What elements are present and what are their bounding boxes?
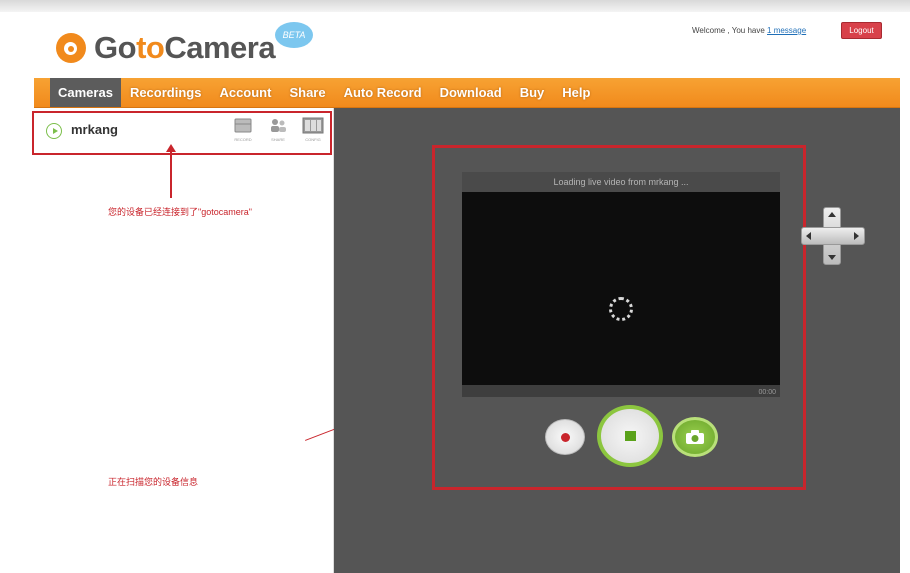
annotation-connected: 您的设备已经连接到了"gotocamera" <box>108 207 252 217</box>
nav-download[interactable]: Download <box>431 78 511 107</box>
pan-left-icon[interactable] <box>806 232 811 240</box>
record-tool-label: RECORD <box>234 137 252 142</box>
stop-live-button[interactable] <box>597 405 663 467</box>
nav-cameras[interactable]: Cameras <box>50 78 121 107</box>
snapshot-button[interactable] <box>672 417 718 457</box>
nav-help[interactable]: Help <box>553 78 599 107</box>
gotocamera-logo[interactable]: GotoCamera <box>56 28 276 68</box>
annotation-scanning: 正在扫描您的设备信息 <box>108 477 199 487</box>
record-tool-button[interactable]: RECORD <box>230 117 256 147</box>
record-icon <box>234 118 252 133</box>
online-status-icon <box>46 123 62 139</box>
pan-right-icon[interactable] <box>854 232 859 240</box>
nav-account[interactable]: Account <box>210 78 280 107</box>
share-users-icon <box>271 119 286 132</box>
welcome-text: Welcome , You have <box>692 26 768 35</box>
annotation-arrow-up <box>166 144 176 198</box>
logo-text: GotoCamera <box>94 30 276 65</box>
video-loading-status: Loading live video from mrkang ... <box>462 172 780 192</box>
welcome-message: Welcome , You have 1 message <box>692 26 806 35</box>
share-tool-label: SHARE <box>271 137 285 142</box>
camera-list-item[interactable]: mrkang RECORD SHARE CONFIG <box>32 111 332 155</box>
pan-tilt-control <box>801 207 865 265</box>
video-screen[interactable] <box>462 192 780 385</box>
nav-share[interactable]: Share <box>280 78 334 107</box>
nav-recordings[interactable]: Recordings <box>121 78 211 107</box>
logout-button[interactable]: Logout <box>841 22 882 39</box>
config-tool-button[interactable]: CONFIG <box>300 117 326 147</box>
messages-link[interactable]: 1 message <box>767 26 806 35</box>
nav-buy[interactable]: Buy <box>511 78 554 107</box>
main-nav: Cameras Recordings Account Share Auto Re… <box>34 78 900 108</box>
camera-name: mrkang <box>71 122 118 137</box>
share-tool-button[interactable]: SHARE <box>265 117 291 147</box>
config-tool-label: CONFIG <box>305 137 321 142</box>
nav-auto-record[interactable]: Auto Record <box>335 78 431 107</box>
config-icon <box>302 117 324 134</box>
camera-list-panel <box>34 108 334 573</box>
pan-up-icon[interactable] <box>828 212 836 217</box>
camera-snapshot-icon <box>686 430 704 444</box>
beta-badge: BETA <box>275 22 313 48</box>
video-timestamp: 00:00 <box>758 389 776 396</box>
pan-down-icon[interactable] <box>828 255 836 260</box>
record-button[interactable] <box>545 419 585 455</box>
camera-logo-icon <box>56 33 86 63</box>
video-player: Loading live video from mrkang ... 00:00 <box>462 172 780 397</box>
loading-spinner-icon <box>609 297 633 321</box>
window-top-border <box>0 0 910 12</box>
